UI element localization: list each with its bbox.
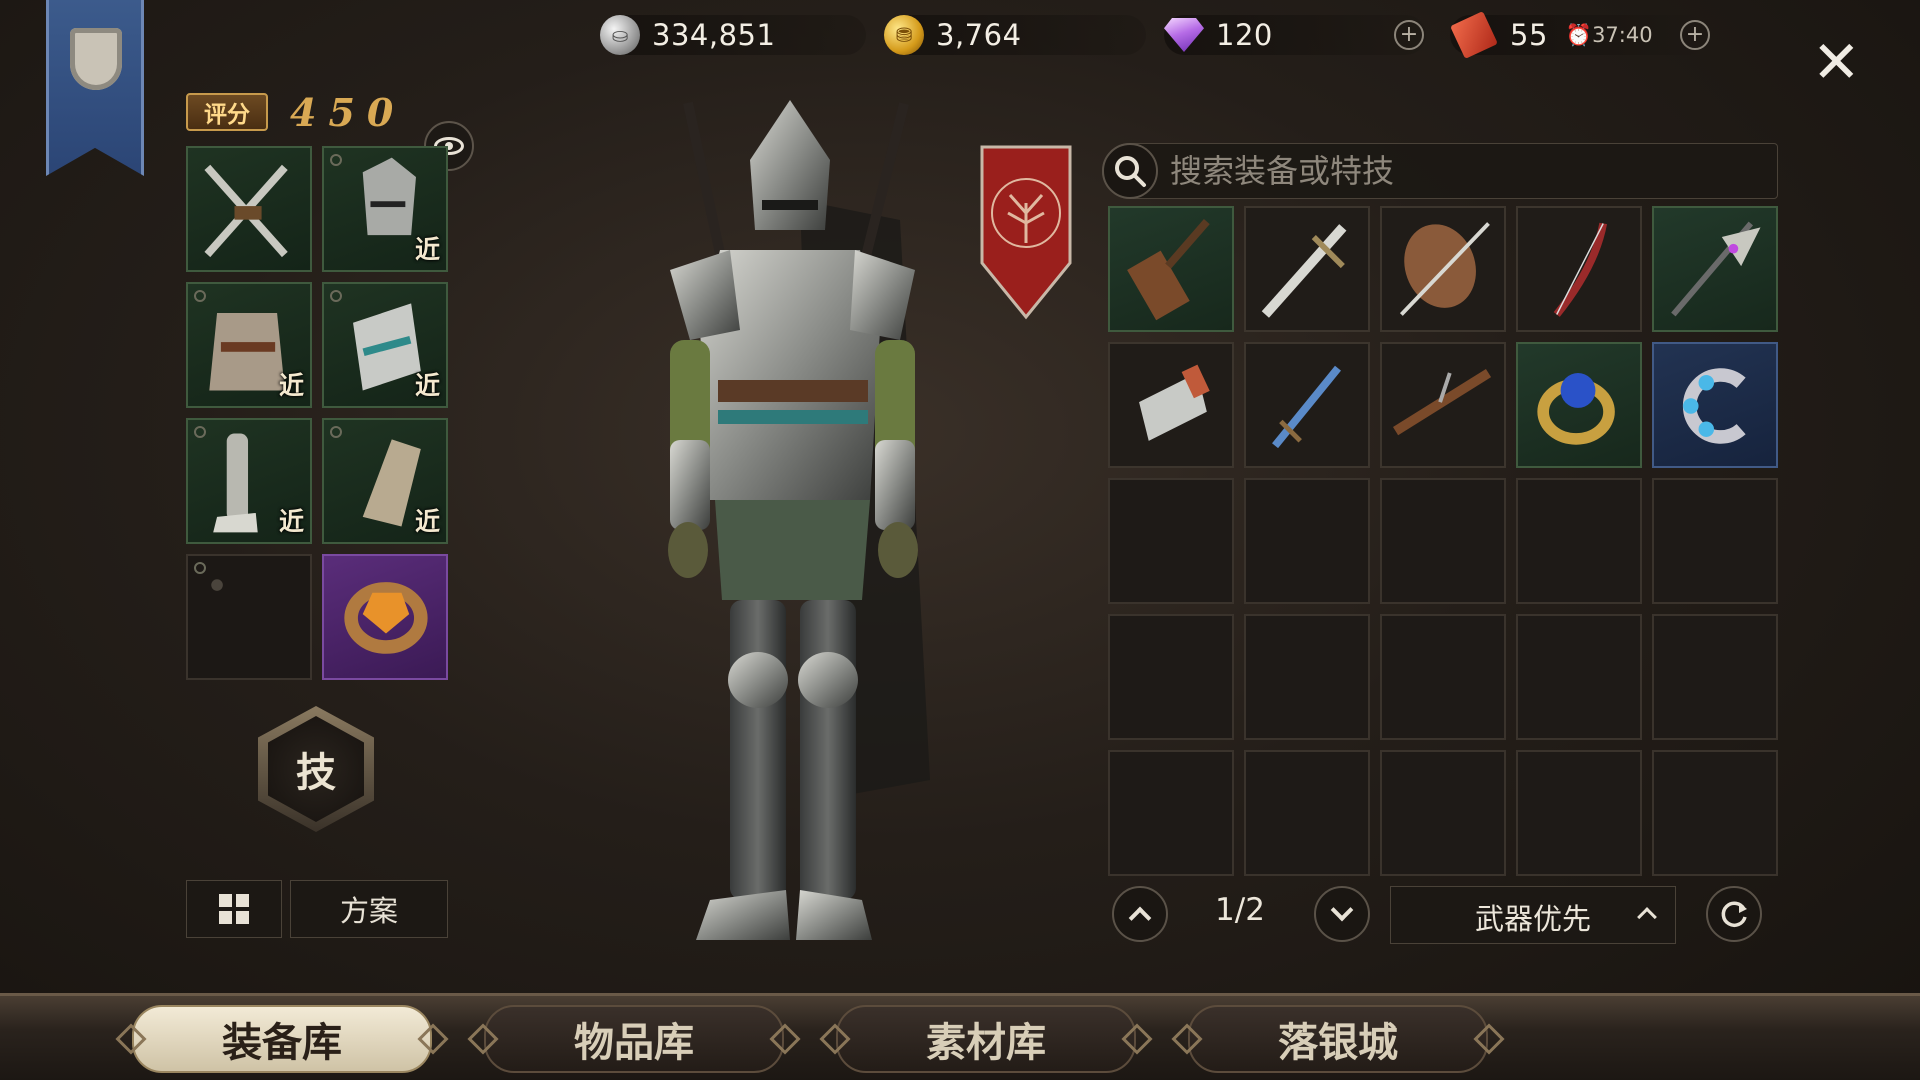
grid-view-button[interactable] — [186, 880, 282, 938]
guild-crest-icon[interactable] — [978, 143, 1074, 321]
melee-tag: 近 — [414, 371, 440, 400]
melee-tag: 近 — [414, 507, 440, 536]
inventory-item-hammer-weapon[interactable] — [1108, 206, 1234, 332]
page-up-button[interactable] — [1112, 886, 1168, 942]
gem-value: 120 — [1216, 18, 1273, 52]
tab-2[interactable]: 物品库 — [484, 1005, 784, 1073]
skill-button[interactable]: 技 — [258, 706, 374, 832]
inventory-empty-cell[interactable] — [1516, 478, 1642, 604]
amber-ring-icon — [344, 582, 428, 654]
equipped-slot-arm-bracer[interactable]: 近 — [322, 282, 448, 408]
tab-3[interactable]: 素材库 — [836, 1005, 1136, 1073]
inventory-empty-cell[interactable] — [1516, 614, 1642, 740]
tab-4[interactable]: 落银城 — [1188, 1005, 1488, 1073]
character-model[interactable] — [600, 80, 980, 980]
inventory-item-crossbow[interactable] — [1380, 342, 1506, 468]
inventory-empty-cell[interactable] — [1108, 478, 1234, 604]
banner-emblem-icon — [70, 28, 122, 90]
equipped-slot-leg-greaves[interactable]: 近 — [186, 418, 312, 544]
crossbow-icon — [1392, 368, 1492, 436]
skill-label: 技 — [268, 716, 364, 822]
crossed-swords-icon — [204, 164, 288, 258]
inventory-item-shield-and-spear[interactable] — [1380, 206, 1506, 332]
silver-currency: ⛀ 334,851 — [600, 15, 866, 55]
ticket-value: 55 — [1510, 18, 1548, 52]
equipped-slot-crossed-swords[interactable] — [186, 146, 312, 272]
sapphire-ring-icon — [1537, 373, 1615, 445]
search-input[interactable] — [1170, 150, 1760, 192]
inventory-empty-cell[interactable] — [1108, 750, 1234, 876]
inventory-item-halberd[interactable] — [1652, 206, 1778, 332]
inventory-item-sapphire-ring[interactable] — [1516, 342, 1642, 468]
hammer-weapon-icon — [1127, 219, 1210, 321]
chevron-down-icon — [1330, 898, 1354, 922]
inventory-empty-cell[interactable] — [1380, 614, 1506, 740]
inventory-empty-cell[interactable] — [1244, 750, 1370, 876]
tab-1[interactable]: 装备库 — [132, 1005, 432, 1073]
add-ticket-button[interactable]: + — [1680, 20, 1710, 50]
sort-label: 武器优先 — [1474, 902, 1591, 936]
gold-value: 3,764 — [936, 18, 1022, 52]
empty-slot-icon — [211, 579, 223, 591]
melee-tag: 近 — [278, 371, 304, 400]
score-label: 评分 — [186, 93, 268, 131]
longsword-icon — [1261, 224, 1347, 318]
steel-bracer-icon — [1139, 364, 1210, 441]
grid-icon — [219, 894, 249, 924]
inventory-empty-cell[interactable] — [1652, 750, 1778, 876]
inventory-empty-cell[interactable] — [1380, 750, 1506, 876]
add-gem-button[interactable]: + — [1394, 20, 1424, 50]
equipped-slot-chest-armor[interactable]: 近 — [186, 282, 312, 408]
recurve-bow-icon — [1553, 222, 1608, 317]
inventory-item-recurve-bow[interactable] — [1516, 206, 1642, 332]
ticket-currency: 55 ⏰ 37:40 — [1450, 11, 1710, 59]
search-button[interactable] — [1102, 143, 1158, 199]
inventory-grid — [1108, 206, 1780, 878]
short-sword-icon — [1272, 365, 1341, 449]
equipped-slot-knight-helmet[interactable]: 近 — [322, 146, 448, 272]
page-indicator: 1/2 — [1215, 892, 1265, 928]
inventory-empty-cell[interactable] — [1652, 614, 1778, 740]
plan-button[interactable]: 方案 — [290, 880, 448, 938]
shield-and-spear-icon — [1399, 222, 1490, 316]
melee-tag: 近 — [278, 507, 304, 536]
alarm-clock-icon: ⏰ — [1565, 22, 1593, 47]
gold-coin-icon: ⛃ — [884, 15, 924, 55]
inventory-item-blue-gem-bracelet[interactable] — [1652, 342, 1778, 468]
inventory-item-steel-bracer[interactable] — [1108, 342, 1234, 468]
inventory-empty-cell[interactable] — [1244, 478, 1370, 604]
search-icon — [1115, 156, 1146, 187]
page-down-button[interactable] — [1314, 886, 1370, 942]
ticket-timer: 37:40 — [1592, 23, 1653, 47]
inventory-empty-cell[interactable] — [1652, 478, 1778, 604]
melee-tag: 近 — [414, 235, 440, 264]
refresh-button[interactable] — [1706, 886, 1762, 942]
red-ticket-icon — [1450, 11, 1498, 59]
inventory-item-short-sword[interactable] — [1244, 342, 1370, 468]
silver-value: 334,851 — [652, 18, 776, 52]
equipped-slot-empty-slot[interactable] — [186, 554, 312, 680]
chevron-up-icon — [1128, 906, 1152, 930]
inventory-empty-cell[interactable] — [1516, 750, 1642, 876]
gold-currency: ⛃ 3,764 — [884, 15, 1146, 55]
gem-currency: 120 — [1164, 15, 1426, 55]
equipped-slot-amber-ring[interactable] — [322, 554, 448, 680]
inventory-empty-cell[interactable] — [1244, 614, 1370, 740]
equipped-slot-gauntlet[interactable]: 近 — [322, 418, 448, 544]
close-icon[interactable]: ✕ — [1812, 33, 1861, 91]
inventory-empty-cell[interactable] — [1108, 614, 1234, 740]
refresh-icon — [1721, 901, 1747, 927]
purple-gem-icon — [1164, 18, 1204, 52]
inventory-empty-cell[interactable] — [1380, 478, 1506, 604]
inventory-item-longsword[interactable] — [1244, 206, 1370, 332]
silver-coin-icon: ⛀ — [600, 15, 640, 55]
score-value: 450 — [290, 90, 406, 135]
blue-gem-bracelet-icon — [1682, 368, 1746, 444]
halberd-icon — [1671, 221, 1761, 317]
